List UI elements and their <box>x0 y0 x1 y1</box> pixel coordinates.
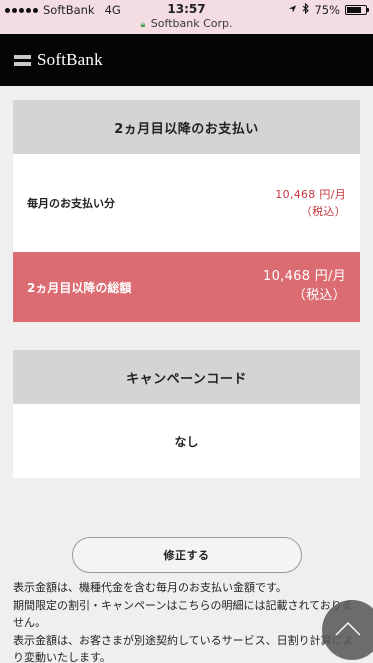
campaign-code-panel: キャンペーンコード なし <box>13 350 360 478</box>
total-payment-amount: 10,468 円/月 <box>263 269 346 285</box>
battery-fill <box>347 7 361 13</box>
monthly-payment-label: 毎月のお支払い分 <box>27 197 115 210</box>
payment-panel-title: 2ヵ月目以降のお支払い <box>13 100 360 154</box>
note-item: 期間限定の割引・キャンペーンはこちらの明細には記載されておりません。 <box>13 598 353 630</box>
url-bar[interactable]: 🔒︎ Softbank Corp. <box>0 17 373 30</box>
total-payment-value: 10,468 円/月 （税込） <box>263 268 346 306</box>
monthly-payment-tax: （税込） <box>300 205 346 218</box>
scroll-to-top-button[interactable] <box>322 600 373 660</box>
location-icon <box>288 3 297 17</box>
logo-text[interactable]: SoftBank <box>37 50 103 70</box>
main-content: 2ヵ月目以降のお支払い 毎月のお支払い分 10,468 円/月 （税込） 2ヵ月… <box>0 86 373 478</box>
edit-button[interactable]: 修正する <box>71 537 302 573</box>
site-header: SoftBank <box>0 34 373 86</box>
note-item: 表示金額は、機種代金を含む毎月のお支払い金額です。 <box>13 581 287 594</box>
softbank-logo-icon <box>14 54 31 66</box>
monthly-payment-value: 10,468 円/月 （税込） <box>275 186 346 220</box>
monthly-payment-row: 毎月のお支払い分 10,468 円/月 （税込） <box>13 154 360 252</box>
total-payment-row: 2ヵ月目以降の総額 10,468 円/月 （税込） <box>13 252 360 322</box>
total-payment-tax: （税込） <box>292 288 346 303</box>
campaign-code-title: キャンペーンコード <box>13 350 360 404</box>
bluetooth-icon <box>302 2 310 17</box>
chevron-up-icon <box>335 621 361 640</box>
status-bar: SoftBank 4G 13:57 🔒︎ Softbank Corp. 75% <box>0 0 373 34</box>
campaign-code-value: なし <box>174 434 199 449</box>
payment-panel: 2ヵ月目以降のお支払い 毎月のお支払い分 10,468 円/月 （税込） 2ヵ月… <box>13 100 360 322</box>
lock-icon: 🔒︎ <box>140 20 146 30</box>
status-right: 75% <box>288 2 369 17</box>
note-item: 表示金額は、お客さまが別途契約しているサービス、日割り計算により変動いたします。 <box>13 633 354 663</box>
battery-percent: 75% <box>314 3 340 17</box>
battery-icon <box>345 5 369 15</box>
total-payment-label: 2ヵ月目以降の総額 <box>27 280 132 295</box>
notes: 表示金額は、機種代金を含む毎月のお支払い金額です。 期間限定の割引・キャンペーン… <box>0 573 373 663</box>
monthly-payment-amount: 10,468 円/月 <box>275 187 346 201</box>
url-host: Softbank Corp. <box>150 17 233 30</box>
